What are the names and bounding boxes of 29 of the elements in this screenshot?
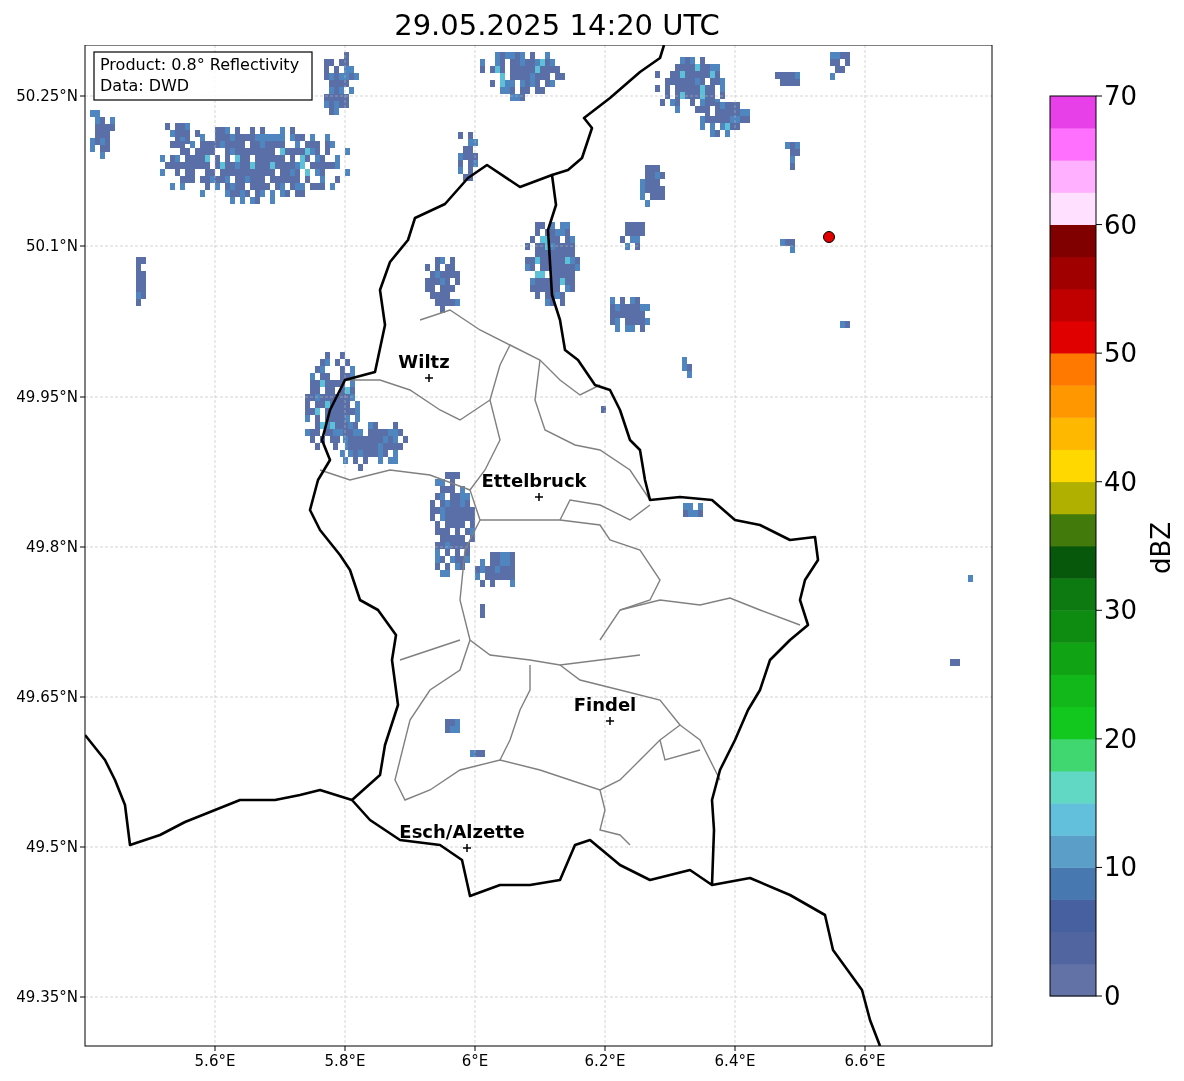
info-text: Product: 0.8° Reflectivity bbox=[100, 55, 300, 74]
lat-tick-label: 49.5°N bbox=[25, 838, 78, 856]
lat-tick-label: 49.8°N bbox=[25, 538, 78, 556]
lat-tick-label: 49.65°N bbox=[16, 688, 78, 706]
lon-tick-label: 6.4°E bbox=[714, 1052, 756, 1070]
colorbar-tick-label: 10 bbox=[1104, 852, 1138, 883]
city-label: Findel bbox=[573, 694, 637, 715]
lat-tick-label: 49.95°N bbox=[16, 388, 78, 406]
city-label: Esch/Alzette bbox=[399, 821, 525, 842]
lon-tick-label: 6.6°E bbox=[844, 1052, 886, 1070]
colorbar-tick-label: 60 bbox=[1104, 209, 1138, 240]
lon-tick-label: 6.2°E bbox=[584, 1052, 626, 1070]
info-text: Data: DWD bbox=[100, 76, 190, 95]
colorbar-tick-label: 70 bbox=[1104, 81, 1138, 111]
lon-tick-label: 5.6°E bbox=[194, 1052, 236, 1070]
colorbar-tick-label: 0 bbox=[1104, 981, 1121, 1011]
colorbar-tick-label: 20 bbox=[1104, 723, 1138, 754]
city-label: Ettelbruck bbox=[481, 470, 587, 491]
city-label: Wiltz bbox=[398, 351, 450, 372]
lat-tick-label: 50.1°N bbox=[25, 237, 78, 255]
lon-tick-label: 5.8°E bbox=[324, 1052, 366, 1070]
lat-tick-label: 49.35°N bbox=[16, 988, 78, 1006]
colorbar-label: dBZ bbox=[1146, 521, 1176, 575]
lat-tick-label: 50.25°N bbox=[16, 87, 78, 105]
colorbar-tick-label: 30 bbox=[1104, 595, 1138, 626]
figure-title: 29.05.2025 14:20 UTC bbox=[394, 7, 720, 44]
lon-tick-label: 6°E bbox=[461, 1052, 489, 1070]
colorbar-tick-label: 50 bbox=[1104, 338, 1138, 369]
colorbar-tick-label: 40 bbox=[1104, 466, 1138, 497]
